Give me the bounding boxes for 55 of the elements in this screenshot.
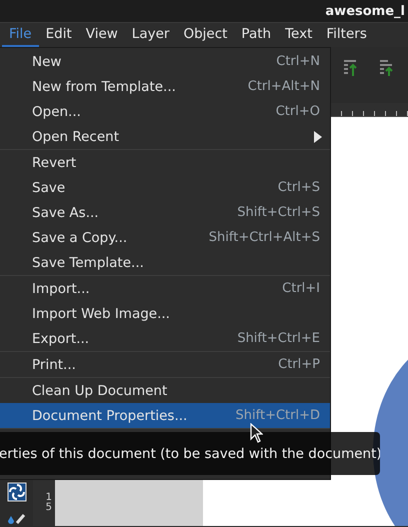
shortcut-label: Shift+Ctrl+Alt+S: [208, 230, 320, 245]
entry-label: Print...: [32, 356, 77, 372]
menu-entry[interactable]: Save Template...: [0, 250, 330, 275]
mouse-cursor-icon: [250, 423, 263, 443]
dropper-icon[interactable]: [8, 514, 26, 526]
entry-label: Revert: [32, 154, 78, 170]
menu-entry[interactable]: Print... Ctrl+P: [0, 352, 330, 377]
menu-item[interactable]: Text: [278, 23, 320, 47]
entry-label: Document Properties...: [32, 408, 188, 424]
entry-label: Import Web Image...: [32, 306, 171, 322]
menu-entry[interactable]: Save a Copy... Shift+Ctrl+Alt+S: [0, 225, 330, 250]
menu-item[interactable]: View: [78, 23, 125, 47]
shortcut-label: Ctrl+N: [276, 54, 320, 69]
entry-label: New from Template...: [32, 78, 177, 94]
menu-entry[interactable]: Save As... Shift+Ctrl+S: [0, 200, 330, 225]
shortcut-label: Ctrl+O: [276, 104, 320, 119]
entry-label: Import...: [32, 280, 91, 296]
menu-entry[interactable]: New Ctrl+N: [0, 49, 330, 74]
shortcut-label: Shift+Ctrl+S: [237, 205, 320, 220]
menu-entry[interactable]: Export... Shift+Ctrl+E: [0, 326, 330, 351]
menu-entry[interactable]: Save Ctrl+S: [0, 175, 330, 200]
shortcut-label: Shift+Ctrl+E: [237, 331, 320, 346]
menu-entry[interactable]: Import... Ctrl+I: [0, 276, 330, 301]
entry-label: New: [32, 54, 62, 70]
menu-entry[interactable]: Import Web Image...: [0, 301, 330, 326]
menu-entry[interactable]: Open... Ctrl+O: [0, 99, 330, 124]
entry-label: Clean Up Document: [32, 382, 168, 398]
ruler-label: 1: [46, 493, 52, 503]
entry-label: Save: [32, 180, 66, 196]
menu-entry[interactable]: Document Properties... Shift+Ctrl+D: [0, 403, 330, 428]
menu-entry[interactable]: Clean Up Document: [0, 378, 330, 403]
ruler-label: 5: [46, 503, 52, 513]
align-top-icon[interactable]: [380, 60, 394, 76]
window-title: awesome_l: [325, 4, 405, 18]
menu-entry[interactable]: Revert: [0, 150, 330, 175]
menu-item[interactable]: Layer: [124, 23, 176, 47]
entry-label: Open Recent: [32, 128, 120, 144]
entry-label: Save Template...: [32, 254, 145, 270]
shortcut-label: Ctrl+Alt+N: [248, 79, 320, 94]
entry-label: Save a Copy...: [32, 230, 128, 246]
menu-item[interactable]: Edit: [38, 23, 79, 47]
entry-label: Save As...: [32, 204, 100, 220]
spiral-tool-icon[interactable]: [6, 482, 26, 502]
menu-item[interactable]: Path: [234, 23, 278, 47]
menu-item[interactable]: Object: [176, 23, 234, 47]
entry-label: Export...: [32, 330, 90, 346]
shortcut-label: Shift+Ctrl+D: [236, 408, 320, 423]
shortcut-label: Ctrl+P: [278, 357, 320, 372]
shortcut-label: Ctrl+S: [278, 180, 320, 195]
align-top-icon[interactable]: [344, 60, 358, 76]
menu-entry[interactable]: New from Template... Ctrl+Alt+N: [0, 74, 330, 99]
menu-item[interactable]: Filters: [319, 23, 374, 47]
entry-label: Open...: [32, 104, 82, 120]
menu-entry[interactable]: Open Recent: [0, 124, 330, 149]
shortcut-label: Ctrl+I: [282, 281, 320, 296]
